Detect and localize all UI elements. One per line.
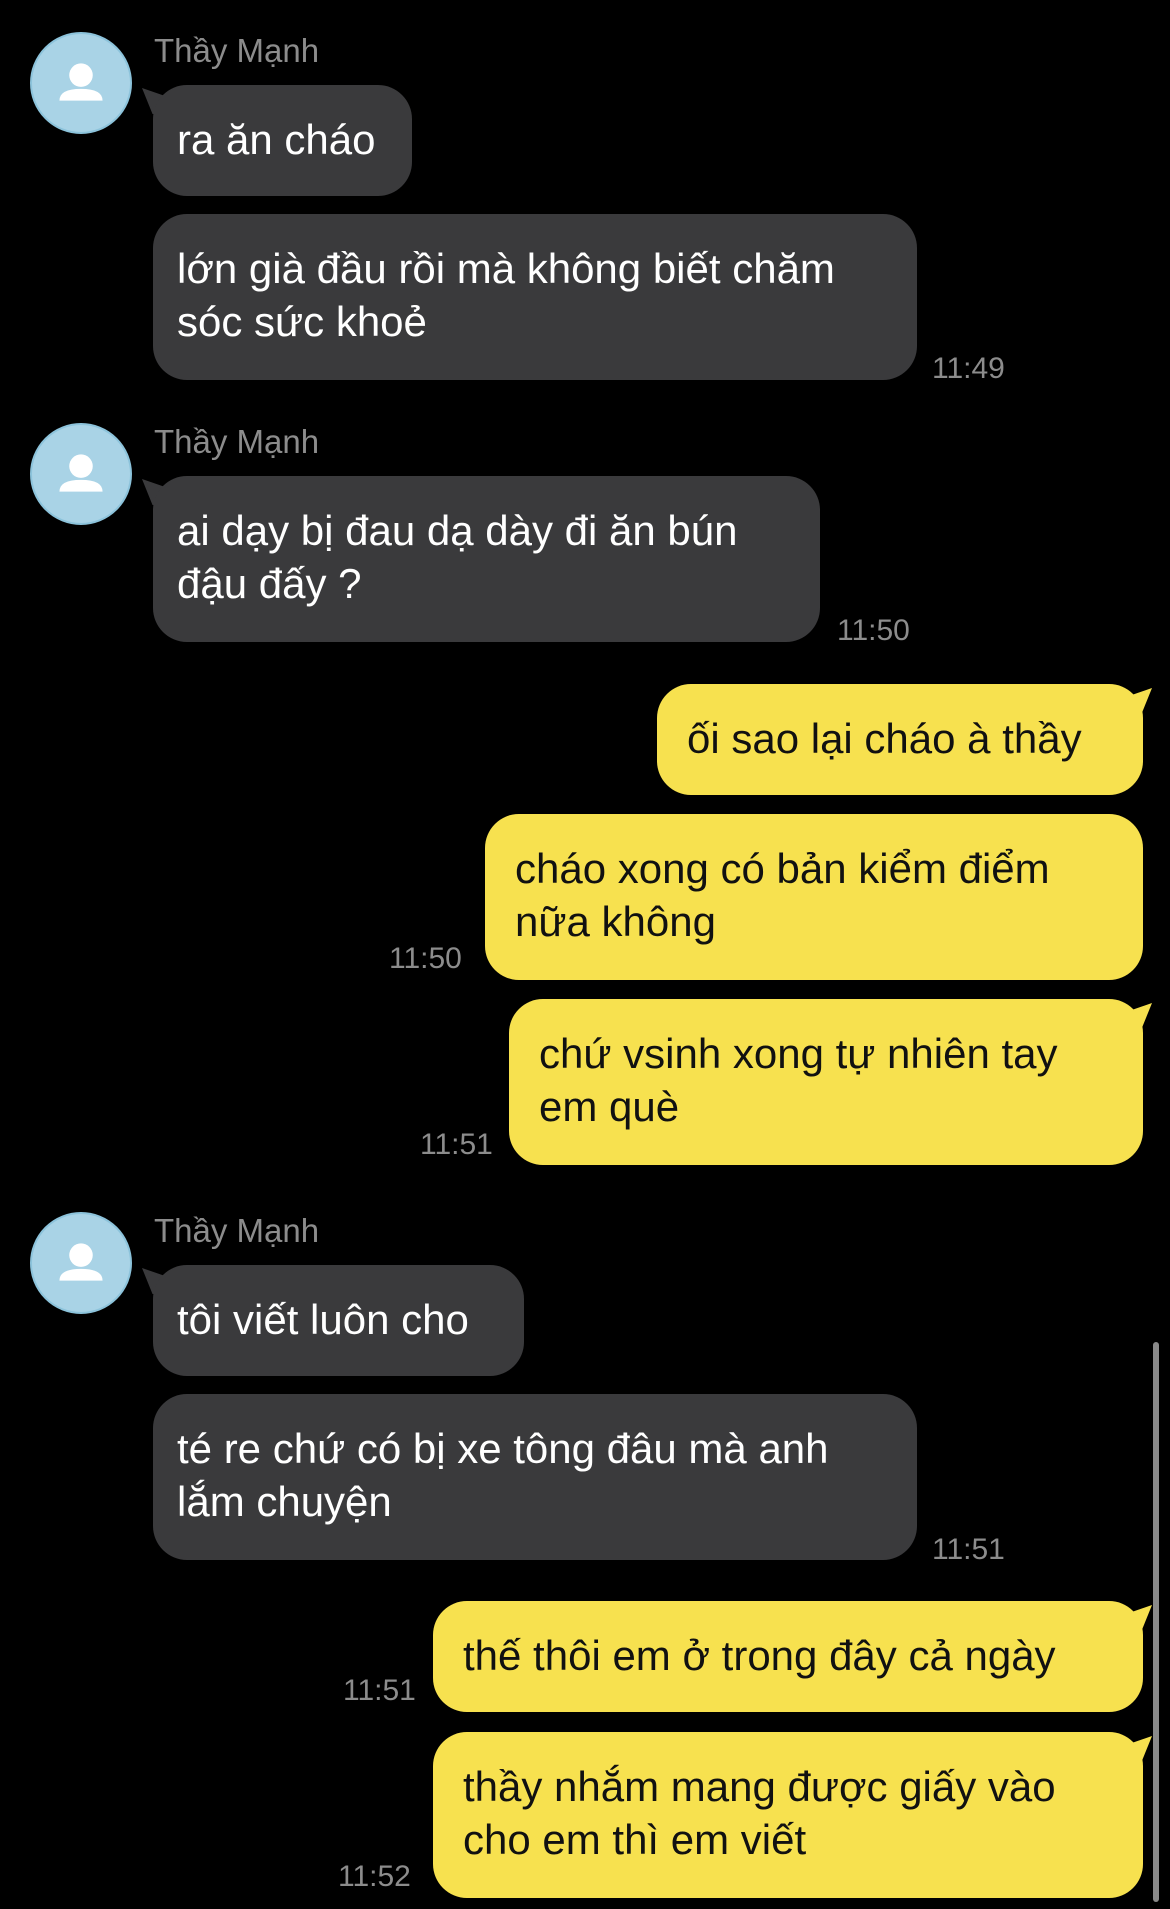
outgoing-message[interactable]: cháo xong có bản kiểm điểm nữa không — [485, 814, 1143, 980]
sender-name: Thầy Mạnh — [154, 423, 320, 460]
message-timestamp: 11:49 — [932, 352, 1005, 385]
outgoing-message[interactable]: chứ vsinh xong tự nhiên tay em què — [509, 999, 1143, 1165]
message-timestamp: 11:52 — [338, 1860, 411, 1893]
sender-avatar[interactable] — [30, 423, 132, 525]
message-timestamp: 11:50 — [389, 942, 462, 975]
sender-name: Thầy Mạnh — [154, 1212, 320, 1249]
incoming-message[interactable]: tôi viết luôn cho — [153, 1265, 524, 1376]
incoming-message[interactable]: ra ăn cháo — [153, 85, 412, 196]
incoming-message[interactable]: ai dạy bị đau dạ dày đi ăn bún đậu đấy ? — [153, 476, 820, 642]
incoming-message[interactable]: té re chứ có bị xe tông đâu mà anh lắm c… — [153, 1394, 917, 1560]
message-timestamp: 11:51 — [343, 1674, 416, 1707]
sender-name: Thầy Mạnh — [154, 32, 320, 69]
message-timestamp: 11:51 — [932, 1533, 1005, 1566]
scrollbar[interactable] — [1153, 1342, 1159, 1902]
message-timestamp: 11:51 — [420, 1128, 493, 1161]
incoming-message[interactable]: lớn già đầu rồi mà không biết chăm sóc s… — [153, 214, 917, 380]
person-silhouette-icon — [59, 454, 103, 492]
person-silhouette-icon — [59, 1243, 103, 1281]
message-timestamp: 11:50 — [837, 614, 910, 647]
outgoing-message[interactable]: thầy nhắm mang được giấy vào cho em thì … — [433, 1732, 1143, 1898]
outgoing-message[interactable]: thế thôi em ở trong đây cả ngày — [433, 1601, 1143, 1712]
outgoing-message[interactable]: ối sao lại cháo à thầy — [657, 684, 1143, 795]
sender-avatar[interactable] — [30, 32, 132, 134]
person-silhouette-icon — [59, 63, 103, 101]
sender-avatar[interactable] — [30, 1212, 132, 1314]
